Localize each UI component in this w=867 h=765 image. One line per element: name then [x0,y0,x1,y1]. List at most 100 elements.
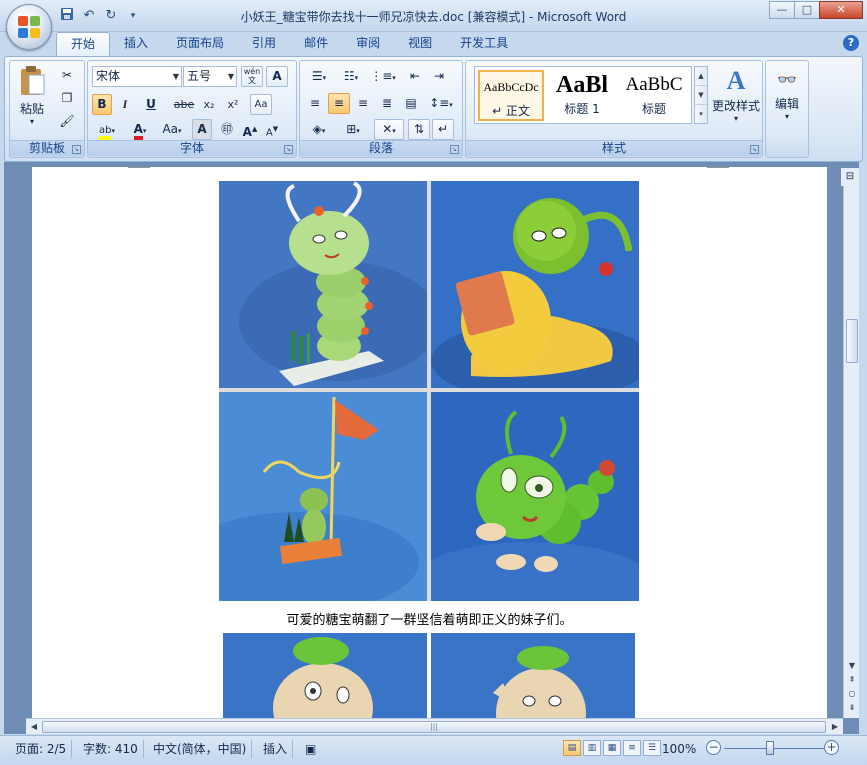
paragraph-group: ☰▾ ☷▾ ⋮≡▾ ⇤ ⇥ ≡ ≡ ≡ ≣ ▤ ↕≡▾ ◈▾ ⊞▾ ✕▾ ⇅ ↵… [299,60,463,158]
scroll-left-icon[interactable]: ◀ [26,719,42,735]
font-family-select[interactable]: 宋体 ▼ [92,66,182,87]
close-button[interactable]: ✕ [819,1,863,19]
next-page-icon[interactable]: ⇟ [844,700,860,716]
chinese-layout-icon[interactable]: ✕▾ [374,119,404,140]
draft-view-icon[interactable]: ☰ [643,740,661,756]
format-painter-icon[interactable]: 🖌 [56,111,78,132]
horizontal-scroll-thumb[interactable]: ||| [42,721,826,733]
cut-icon[interactable]: ✂ [56,65,78,86]
sort-icon[interactable]: ⇅ [408,119,430,140]
help-icon[interactable]: ? [843,35,859,51]
tab-mailings[interactable]: 邮件 [290,32,342,56]
document-page[interactable]: 可爱的糖宝萌翻了一群坚信着萌即正义的妹子们。 [32,167,827,719]
style-label: 标题 [641,102,666,116]
tab-page-layout[interactable]: 页面布局 [162,32,238,56]
shading-icon[interactable]: ◈▾ [304,119,334,140]
minimize-button[interactable]: — [769,1,795,19]
tab-home[interactable]: 开始 [56,32,111,57]
paste-button[interactable]: 粘贴 ▾ [14,65,50,129]
styles-group-label: 样式 [466,140,762,156]
tab-view[interactable]: 视图 [394,32,446,56]
bullets-icon[interactable]: ☰▾ [304,66,334,87]
justify-icon[interactable]: ≣ [376,93,398,114]
text-highlight-button[interactable]: ab▾ [92,119,122,140]
scroll-right-icon[interactable]: ▶ [827,719,843,735]
language-indicator[interactable]: 中文(简体，中国) [148,740,253,758]
underline-button[interactable]: U [138,94,164,115]
dialog-launcher-icon[interactable]: ↘ [750,145,759,154]
chevron-down-icon: ▼ [227,72,234,81]
align-center-icon[interactable]: ≡ [328,93,350,114]
dialog-launcher-icon[interactable]: ↘ [72,145,81,154]
maximize-button[interactable]: □ [794,1,820,19]
editing-button[interactable]: 👓 编辑 ▾ [768,65,806,135]
align-right-icon[interactable]: ≡ [352,93,374,114]
scroll-up-icon[interactable]: ▲ [695,67,707,86]
distributed-icon[interactable]: ▤ [400,93,422,114]
style-label: 标题 1 [564,102,600,116]
highlight-label: ab [99,125,112,140]
style-normal[interactable]: AaBbCcDc ↵ 正文 [478,70,544,121]
zoom-slider-track[interactable] [724,748,824,749]
insert-mode[interactable]: 插入 [258,740,294,758]
zoom-level[interactable]: 100% [662,740,696,758]
vertical-scroll-thumb[interactable] [846,319,858,363]
web-layout-icon[interactable]: ▦ [603,740,621,756]
phonetic-guide-button[interactable]: wén 文 [241,66,263,87]
vertical-scrollbar[interactable]: ▼ ⇞ ○ ⇟ [843,186,859,718]
change-case-button[interactable]: Aa▾ [158,119,186,140]
dialog-launcher-icon[interactable]: ↘ [450,145,459,154]
photo-collage[interactable] [219,181,639,601]
zoom-out-icon[interactable]: − [706,740,721,755]
char-border-button[interactable]: A [266,66,288,87]
superscript-button[interactable]: x² [222,94,244,115]
outline-view-icon[interactable]: ≡ [623,740,641,756]
horizontal-scrollbar[interactable]: ◀ ||| ▶ [26,718,843,734]
increase-indent-icon[interactable]: ⇥ [428,66,450,87]
paste-icon [21,66,45,95]
show-marks-icon[interactable]: ↵ [432,119,454,140]
zoom-slider-handle[interactable] [766,741,774,755]
font-family-value: 宋体 [96,69,121,83]
tab-review[interactable]: 审阅 [342,32,394,56]
borders-icon[interactable]: ⊞▾ [338,119,368,140]
dialog-launcher-icon[interactable]: ↘ [284,145,293,154]
crop-mark [707,167,729,170]
font-color-button[interactable]: A▾ [125,119,155,140]
enclose-char-icon[interactable]: ㊞ [216,119,238,140]
full-screen-reading-icon[interactable]: ▥ [583,740,601,756]
tab-references[interactable]: 引用 [238,32,290,56]
line-spacing-icon[interactable]: ↕≡▾ [426,93,456,114]
font-size-select[interactable]: 五号 ▼ [183,66,237,87]
page-count[interactable]: 页面: 2/5 [10,740,73,758]
change-styles-button[interactable]: A 更改样式 ▾ [710,65,762,129]
ruler-toggle-icon[interactable]: ⊟ [841,168,859,186]
zoom-in-icon[interactable]: + [824,740,839,755]
view-buttons: ▤ ▥ ▦ ≡ ☰ [563,740,663,756]
style-title[interactable]: AaBbC 标题 [621,70,687,121]
align-left-icon[interactable]: ≡ [304,93,326,114]
office-button[interactable] [6,4,52,50]
subscript-button[interactable]: x₂ [198,94,220,115]
italic-button[interactable]: I [115,94,135,115]
strikethrough-button[interactable]: abe [172,94,196,115]
more-styles-icon[interactable]: ▾ [695,105,707,124]
tab-developer[interactable]: 开发工具 [446,32,522,56]
multilevel-list-icon[interactable]: ⋮≡▾ [368,66,398,87]
shrink-font-button[interactable]: A▼ [262,119,282,140]
paragraph-group-label: 段落 [300,140,462,156]
char-shading-button[interactable]: A [192,119,212,140]
copy-icon[interactable]: ❐ [56,88,78,109]
bold-button[interactable]: B [92,94,112,115]
grow-font-button[interactable]: A▲ [240,119,260,140]
style-heading-1[interactable]: AaBl 标题 1 [549,70,615,121]
word-count[interactable]: 字数: 410 [78,740,144,758]
office-logo-icon [18,16,42,40]
decrease-indent-icon[interactable]: ⇤ [404,66,426,87]
numbering-icon[interactable]: ☷▾ [336,66,366,87]
clear-formatting-button[interactable]: Aa [250,94,272,115]
tab-insert[interactable]: 插入 [110,32,162,56]
scroll-down-icon[interactable]: ▼ [695,86,707,105]
macro-record-icon[interactable]: ▣ [300,740,321,758]
print-layout-icon[interactable]: ▤ [563,740,581,756]
